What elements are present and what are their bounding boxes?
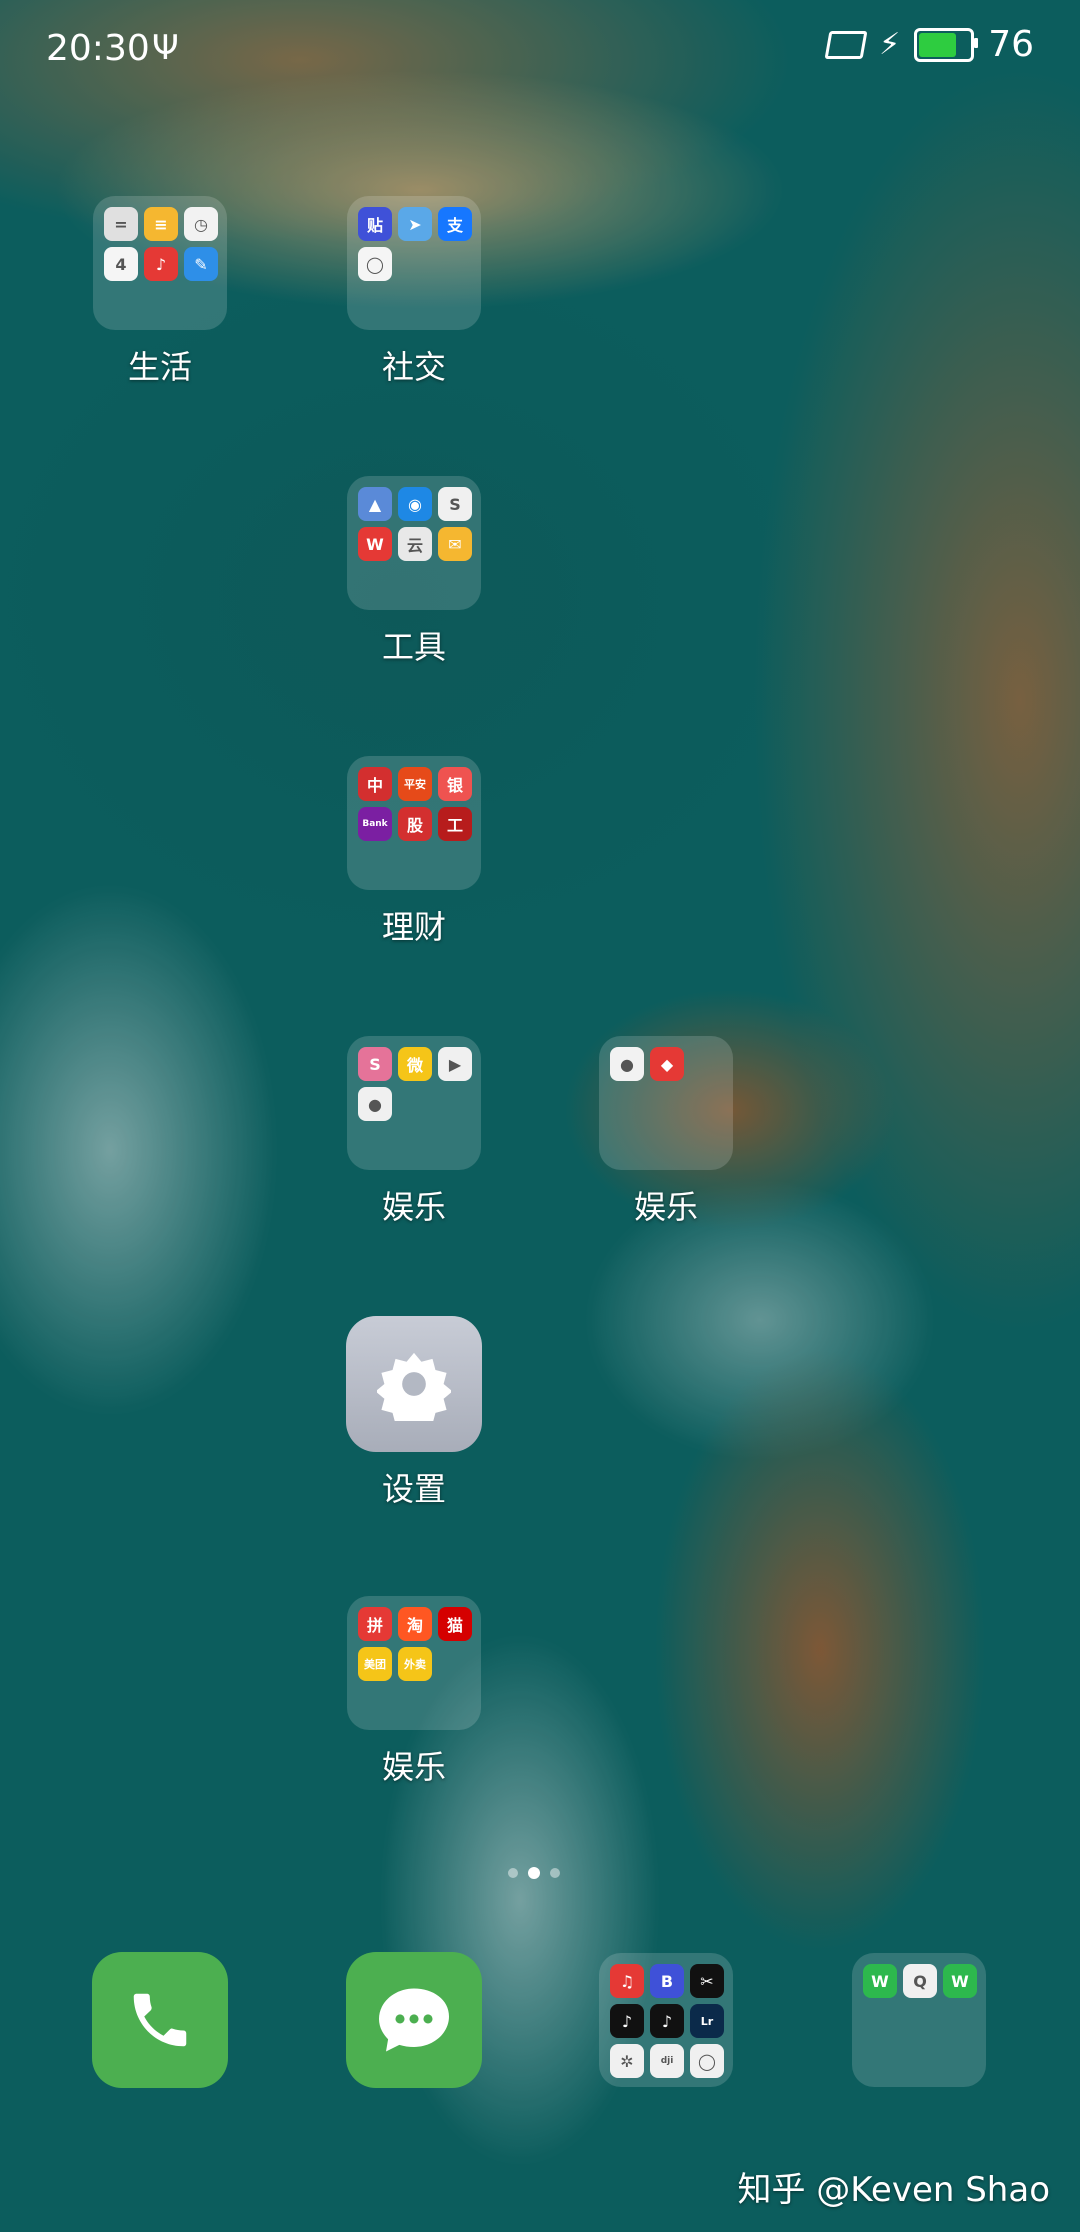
compass-app-icon: ✎ [184, 247, 218, 281]
phone-app[interactable] [92, 1952, 228, 2088]
page-dot[interactable] [550, 1868, 560, 1878]
messages-app[interactable] [346, 1952, 482, 2088]
taobao-live-app-icon: ● [358, 1087, 392, 1121]
folder-label: 娱乐 [633, 1188, 698, 1226]
aperture-app-icon: ✲ [610, 2044, 644, 2078]
battery-fill [919, 32, 956, 57]
weibo-app-icon: 微 [398, 1047, 432, 1081]
phone-icon [133, 1993, 187, 2047]
folder-entertainment-3[interactable]: 拼淘猫美团 外卖 娱乐 [334, 1596, 494, 1788]
folder-social[interactable]: 贴 ➤ 支 ◯ 社交 [334, 196, 494, 388]
calculator-app-icon: = [104, 207, 138, 241]
status-right: ⚡ 76 [824, 24, 1034, 65]
camera-app-icon: ● [610, 1047, 644, 1081]
taobao-app-icon: 淘 [398, 1607, 432, 1641]
bank-app-1-icon: 银 [438, 767, 472, 801]
charging-icon: ⚡ [879, 27, 901, 62]
status-bar: 20:30 Ψ ⚡ 76 [0, 0, 1080, 100]
tiktok-app-icon: ♪ [610, 2004, 644, 2038]
gallery-app-icon: ◆ [650, 1047, 684, 1081]
browser-app-icon: ◯ [358, 247, 392, 281]
sakura-app-icon: S [358, 1047, 392, 1081]
waimai-app-icon: 外卖 [398, 1647, 432, 1681]
folder-icon[interactable]: ▲ ◉ S W 云 ✉ [347, 476, 481, 610]
folder-icon[interactable]: 拼淘猫美团 外卖 [347, 1596, 481, 1730]
dji-app-icon: dji [650, 2044, 684, 2078]
folder-icon[interactable]: = ≡ ◷ 4 ♪ ✎ [93, 196, 227, 330]
page-indicator[interactable] [508, 1867, 560, 1879]
dock-folder-media[interactable]: ♫ B ✂ ♪ ♪ Lr ✲ dji ◯ [599, 1953, 733, 2087]
citic-bank-app-icon: 中 [358, 767, 392, 801]
icbc-app-icon: 工 [438, 807, 472, 841]
signal-app-icon: ◉ [398, 487, 432, 521]
settings-app[interactable]: 设置 [334, 1316, 494, 1510]
folder-icon[interactable]: 中平安银 Bank 股工 [347, 756, 481, 890]
folder-label: 工具 [381, 628, 446, 666]
notes-app-icon: ≡ [144, 207, 178, 241]
page-dot[interactable] [508, 1868, 518, 1878]
app-label: 设置 [381, 1470, 446, 1508]
clock: 20:30 [46, 28, 150, 69]
tieba-app-icon: 贴 [358, 207, 392, 241]
bilibili-app-icon: B [650, 1964, 684, 1998]
folder-life[interactable]: = ≡ ◷ 4 ♪ ✎ 生活 [80, 196, 240, 388]
folder-tools[interactable]: ▲ ◉ S W 云 ✉ 工具 [334, 476, 494, 668]
watermark: 知乎 @Keven Shao [737, 2170, 1051, 2210]
cloud-app-icon: 云 [398, 527, 432, 561]
netease-music-app-icon: ♫ [610, 1964, 644, 1998]
wps-app-icon: W [358, 527, 392, 561]
folder-icon[interactable]: S 微 ▶ ● [347, 1036, 481, 1170]
battery-percentage: 76 [988, 24, 1034, 65]
alipay-app-icon: 支 [438, 207, 472, 241]
folder-finance[interactable]: 中平安银 Bank 股工 理财 [334, 756, 494, 948]
pinduoduo-app-icon: 拼 [358, 1607, 392, 1641]
folder-label: 理财 [381, 908, 446, 946]
telegram-app-icon: ➤ [398, 207, 432, 241]
folder-entertainment-2[interactable]: ● ◆ 娱乐 [586, 1036, 746, 1228]
capcut-app-icon: ✂ [690, 1964, 724, 1998]
folder-label: 生活 [127, 348, 192, 386]
mail-app-icon: ✉ [438, 527, 472, 561]
wechat-work-app-icon: W [943, 1964, 977, 1998]
folder-label: 社交 [381, 348, 446, 386]
meituan-app-icon: 美团 [358, 1647, 392, 1681]
lightroom-app-icon: Lr [690, 2004, 724, 2038]
clock-app-icon: ◷ [184, 207, 218, 241]
page-dot[interactable] [528, 1867, 540, 1879]
chat-bubble-icon [379, 1988, 449, 2052]
tencent-video-app-icon: ▶ [438, 1047, 472, 1081]
folder-entertainment-1[interactable]: S 微 ▶ ● 娱乐 [334, 1036, 494, 1228]
map-app-icon: S [438, 487, 472, 521]
folder-label: 娱乐 [381, 1748, 446, 1786]
dock-folder-chat[interactable]: WQW [852, 1953, 986, 2087]
folder-icon[interactable]: 贴 ➤ 支 ◯ [347, 196, 481, 330]
bank-app-2-icon: Bank [358, 807, 392, 841]
douyin-app-icon: ♪ [650, 2004, 684, 2038]
usb-icon: Ψ [152, 28, 179, 68]
music-app-icon: ♪ [144, 247, 178, 281]
calendar-app-icon: 4 [104, 247, 138, 281]
mountain-app-icon: ▲ [358, 487, 392, 521]
ring-app-icon: ◯ [690, 2044, 724, 2078]
qq-app-icon: Q [903, 1964, 937, 1998]
folder-icon[interactable]: ● ◆ [599, 1036, 733, 1170]
battery-icon [914, 27, 979, 62]
settings-icon[interactable] [346, 1316, 482, 1452]
pingan-app-icon: 平安 [398, 767, 432, 801]
gear-icon [375, 1347, 453, 1430]
screen-cast-icon [824, 30, 868, 59]
stock-app-icon: 股 [398, 807, 432, 841]
tmall-app-icon: 猫 [438, 1607, 472, 1641]
wechat-app-icon: W [863, 1964, 897, 1998]
folder-label: 娱乐 [381, 1188, 446, 1226]
